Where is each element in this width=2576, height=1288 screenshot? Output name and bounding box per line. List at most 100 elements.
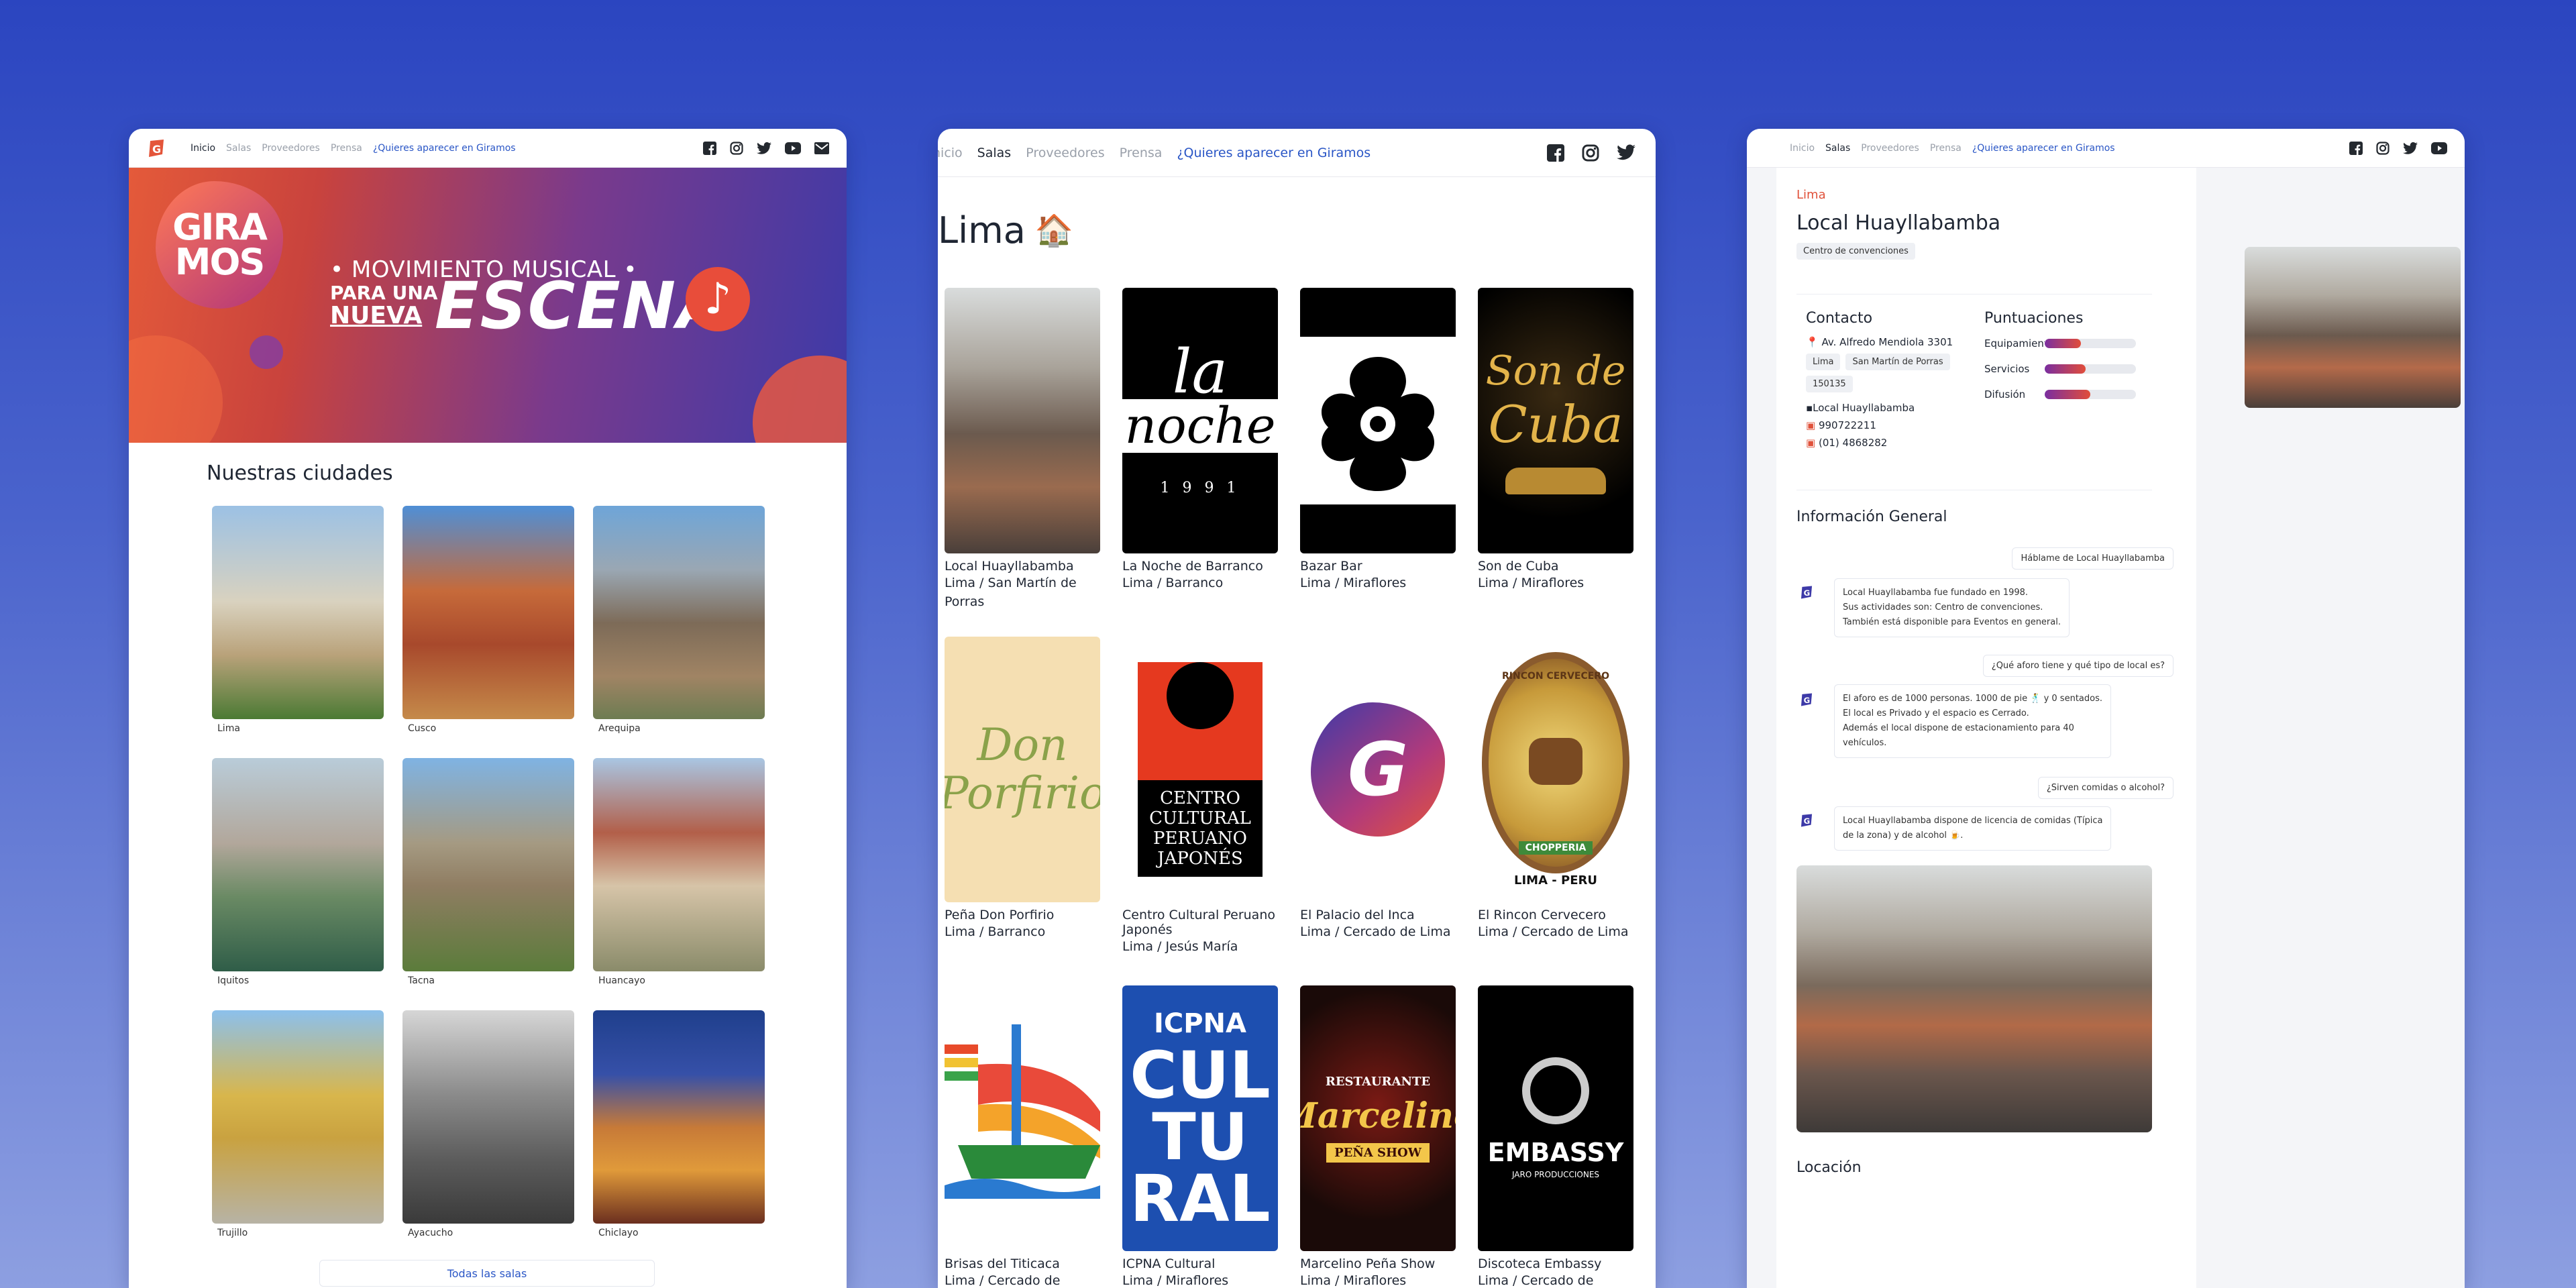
svg-text:G: G xyxy=(1804,588,1811,598)
city-card-huancayo[interactable]: Huancayo xyxy=(593,758,765,1002)
score-row: Servicios xyxy=(1984,363,2159,375)
venue-card[interactable]: RINCON CERVECERO CHOPPERIA LIMA - PERU E… xyxy=(1478,637,1633,985)
city-card-iquitos[interactable]: Iquitos xyxy=(212,758,384,1002)
breadcrumb-city[interactable]: Lima xyxy=(1796,188,2196,202)
city-title: Lima xyxy=(938,209,1026,252)
city-heading: Lima 🏠 xyxy=(938,209,1656,252)
venue-card[interactable]: Son de Cuba Son de Cuba Lima / Miraflore… xyxy=(1478,288,1633,637)
venue-thumbnail[interactable] xyxy=(2245,247,2461,408)
city-label: Trujillo xyxy=(217,1228,248,1238)
facebook-icon[interactable] xyxy=(1547,144,1564,162)
venue-logo: Son de Cuba xyxy=(1478,288,1633,553)
ccpj-emblem-icon xyxy=(1167,662,1234,729)
logo-text: RESTAURANTE xyxy=(1325,1074,1431,1089)
city-card-cusco[interactable]: Cusco xyxy=(402,506,574,750)
house-icon: 🏠 xyxy=(1034,212,1074,248)
phone-row[interactable]: ▣ (01) 4868282 xyxy=(1806,437,1974,449)
score-fill xyxy=(2045,339,2082,348)
nav-promo-link[interactable]: ¿Quieres aparecer en Giramos xyxy=(373,143,516,154)
instagram-icon[interactable] xyxy=(2376,141,2390,155)
venue-card[interactable]: ICPNA CUL TU RAL ICPNA Cultural Lima / M… xyxy=(1122,985,1278,1288)
nav-salas[interactable]: Salas xyxy=(1825,143,1850,154)
city-photo xyxy=(212,1010,384,1224)
city-card-tacna[interactable]: Tacna xyxy=(402,758,574,1002)
giramos-logo-icon[interactable]: G xyxy=(146,138,166,158)
pin-icon: 📍 xyxy=(1806,336,1819,348)
venue-card[interactable]: la noche 1 9 9 1 La Noche de Barranco Li… xyxy=(1122,288,1278,637)
scores-section: Puntuaciones Equipamiento Servicios Difu… xyxy=(1984,310,2159,400)
nav-prensa[interactable]: Prensa xyxy=(1930,143,1962,154)
all-venues-button[interactable]: Todas las salas xyxy=(319,1260,655,1287)
venue-name: Local Huayllabamba xyxy=(945,559,1074,574)
nav-proveedores[interactable]: Proveedores xyxy=(262,143,320,154)
city-label: Cusco xyxy=(408,723,437,734)
venue-card[interactable]: CENTRO CULTURAL PERUANO JAPONÉS Centro C… xyxy=(1122,637,1278,985)
mail-icon[interactable] xyxy=(814,142,829,154)
nav-inicio[interactable]: nicio xyxy=(938,146,963,160)
svg-text:G: G xyxy=(1804,696,1811,705)
youtube-icon[interactable] xyxy=(2431,142,2447,154)
nav-prensa[interactable]: Prensa xyxy=(331,143,362,154)
home-navbar: G Inicio Salas Proveedores Prensa ¿Quier… xyxy=(129,129,847,168)
instagram-icon[interactable] xyxy=(1582,144,1599,162)
city-label: Arequipa xyxy=(598,723,641,734)
facebook-icon[interactable] xyxy=(2349,141,2363,155)
nav-promo-link[interactable]: ¿Quieres aparecer en Giramos xyxy=(1177,146,1371,160)
venue-name: ICPNA Cultural xyxy=(1122,1256,1216,1271)
venue-location: Lima / Cercado de Lima xyxy=(1300,924,1451,939)
chip-postal: 150135 xyxy=(1806,376,1853,392)
venue-card[interactable]: Brisas del Titicaca Lima / Cercado de xyxy=(945,985,1100,1288)
venue-card[interactable]: G El Palacio del Inca Lima / Cercado de … xyxy=(1300,637,1456,985)
twitter-icon[interactable] xyxy=(2403,142,2418,154)
city-card-chiclayo[interactable]: Chiclayo xyxy=(593,1010,765,1254)
city-photo xyxy=(593,758,765,971)
venue-location: Lima / Cercado de Lima xyxy=(1478,924,1629,939)
barrel-icon xyxy=(1529,737,1582,785)
phone-row[interactable]: ▣ 990722211 xyxy=(1806,419,1974,431)
nav-inicio[interactable]: Inicio xyxy=(191,143,215,154)
venue-name: La Noche de Barranco xyxy=(1122,559,1263,574)
city-card-ayacucho[interactable]: Ayacucho xyxy=(402,1010,574,1254)
venue-name: El Rincon Cervecero xyxy=(1478,908,1606,922)
detail-navbar: Inicio Salas Proveedores Prensa ¿Quieres… xyxy=(1747,129,2465,168)
venue-main-photo[interactable] xyxy=(1796,865,2152,1132)
venue-card[interactable]: Bazar Bar Lima / Miraflores xyxy=(1300,288,1456,637)
venue-location: Lima / Miraflores xyxy=(1122,1273,1229,1288)
venue-card[interactable]: Local Huayllabamba Lima / San Martín de … xyxy=(945,288,1100,637)
chat-answer: Local Huayllabamba fue fundado en 1998. … xyxy=(1834,578,2070,637)
city-card-arequipa[interactable]: Arequipa xyxy=(593,506,765,750)
hero-banner: GIRA MOS • MOVIMIENTO MUSICAL • PARA UNA… xyxy=(129,168,847,443)
building-icon: ▪ xyxy=(1806,402,1813,414)
nav-proveedores[interactable]: Proveedores xyxy=(1861,143,1919,154)
facebook-icon[interactable] xyxy=(703,141,716,155)
venue-card[interactable]: Don Porfirio Peña Don Porfirio Lima / Ba… xyxy=(945,637,1100,985)
city-label: Chiclayo xyxy=(598,1228,639,1238)
city-photo xyxy=(593,1010,765,1224)
twitter-icon[interactable] xyxy=(1617,144,1635,160)
cities-grid: Lima Cusco Arequipa Iquitos Tacna Huanca… xyxy=(212,506,765,1254)
venue-card[interactable]: EMBASSY JARO PRODUCCIONES Discoteca Emba… xyxy=(1478,985,1633,1288)
twitter-icon[interactable] xyxy=(757,142,771,154)
city-photo xyxy=(593,506,765,719)
youtube-icon[interactable] xyxy=(785,142,801,154)
right-sidebar xyxy=(2196,168,2465,1288)
instagram-icon[interactable] xyxy=(730,141,743,155)
nav-inicio[interactable]: Inicio xyxy=(1790,143,1815,154)
salas-window: nicio Salas Proveedores Prensa ¿Quieres … xyxy=(938,129,1656,1288)
nav-proveedores[interactable]: Proveedores xyxy=(1026,146,1104,160)
city-card-trujillo[interactable]: Trujillo xyxy=(212,1010,384,1254)
venue-detail-main: Lima Local Huayllabamba Centro de conven… xyxy=(1776,168,2196,1288)
logo-text: CHOPPERIA xyxy=(1518,841,1593,855)
hero-tagline-2: PARA UNA NUEVA xyxy=(330,282,438,329)
nav-salas[interactable]: Salas xyxy=(226,143,251,154)
city-card-lima[interactable]: Lima xyxy=(212,506,384,750)
nav-promo-link[interactable]: ¿Quieres aparecer en Giramos xyxy=(1972,143,2115,154)
logo-text: Cuba xyxy=(1488,394,1623,454)
nav-prensa[interactable]: Prensa xyxy=(1120,146,1163,160)
venue-logo: Don Porfirio xyxy=(945,637,1100,902)
venue-card[interactable]: RESTAURANTE Marcelino PEÑA SHOW Marcelin… xyxy=(1300,985,1456,1288)
venue-location: Lima / San Martín de Porras xyxy=(945,576,1077,609)
giramos-avatar-icon: G xyxy=(1801,586,1813,599)
nav-salas[interactable]: Salas xyxy=(977,146,1012,160)
venue-location: Lima / Jesús María xyxy=(1122,939,1238,954)
